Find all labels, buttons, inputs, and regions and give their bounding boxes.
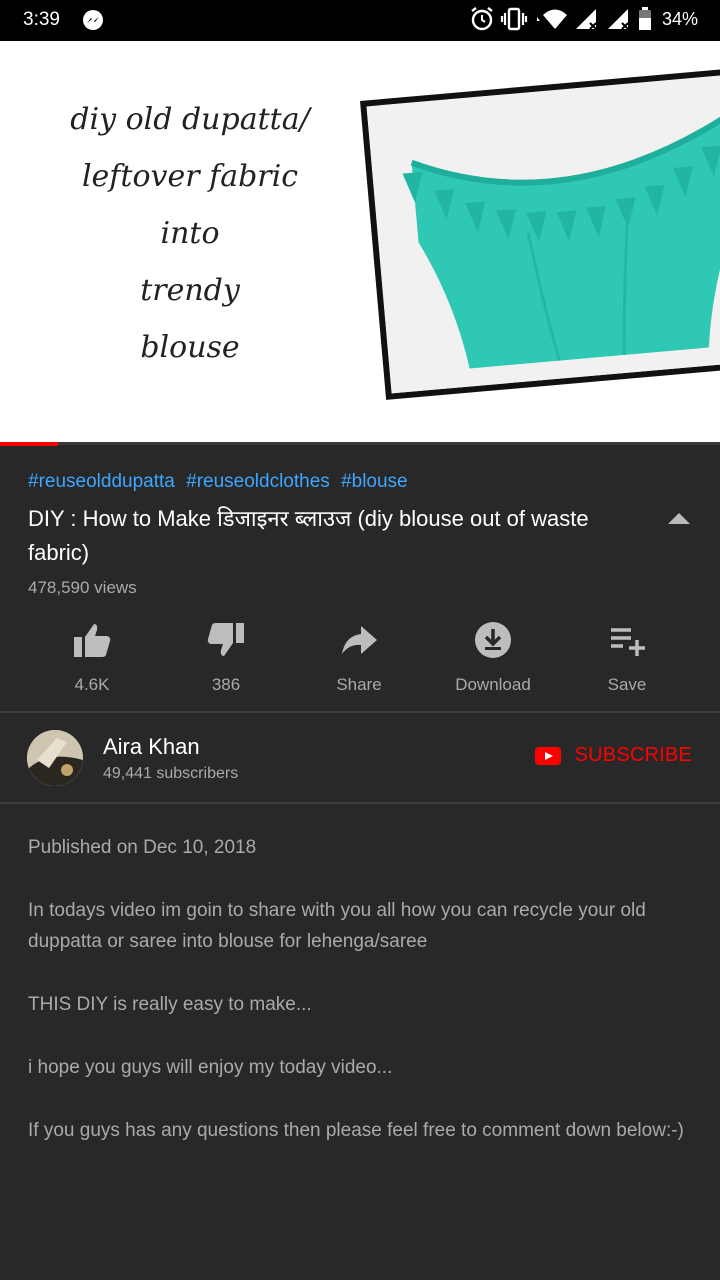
thumbnail-line: trendy	[140, 273, 240, 308]
description-paragraph: If you guys has any questions then pleas…	[28, 1120, 684, 1141]
status-icons: 34%	[470, 6, 698, 32]
video-title: DIY : How to Make डिजाइनर ब्लाउज (diy bl…	[28, 506, 589, 565]
dislike-count: 386	[211, 675, 241, 694]
wifi-icon	[536, 9, 567, 29]
channel-name[interactable]: Aira Khan	[103, 734, 200, 760]
action-bar: 4.6K 386 Share Download Save	[0, 615, 720, 705]
share-icon	[342, 626, 377, 654]
like-count: 4.6K	[74, 675, 110, 694]
signal-icon	[575, 9, 597, 30]
like-button[interactable]: 4.6K	[25, 615, 159, 705]
avatar[interactable]	[27, 730, 83, 786]
video-player[interactable]: diy old dupatta/ leftover fabric into tr…	[0, 41, 720, 445]
progress-bar[interactable]	[0, 442, 58, 446]
blouse-image	[366, 73, 720, 400]
channel-row[interactable]: Aira Khan 49,441 subscribers SUBSCRIBE	[0, 714, 720, 802]
thumbnail-caption: diy old dupatta/ leftover fabric into tr…	[40, 91, 340, 376]
thumbs-up-icon	[74, 624, 111, 657]
share-label: Share	[336, 675, 382, 694]
hashtag-link[interactable]: #blouse	[341, 471, 408, 492]
download-button[interactable]: Download	[426, 615, 560, 705]
video-description: Published on Dec 10, 2018 In todays vide…	[28, 832, 688, 1178]
blouse-photo	[360, 67, 720, 400]
divider	[0, 802, 720, 804]
subscriber-count: 49,441 subscribers	[103, 765, 239, 782]
share-button[interactable]: Share	[292, 615, 426, 705]
thumbnail-line: blouse	[140, 330, 240, 365]
hashtag-link[interactable]: #reuseoldclothes	[186, 471, 330, 492]
battery-icon	[638, 7, 651, 30]
vibrate-icon	[500, 7, 528, 31]
playlist-add-icon	[611, 628, 645, 656]
description-paragraph: i hope you guys will enjoy my today vide…	[28, 1057, 393, 1078]
status-bar: 3:39 34%	[0, 0, 720, 41]
save-button[interactable]: Save	[560, 615, 694, 705]
description-paragraph: THIS DIY is really easy to make...	[28, 994, 312, 1015]
messenger-icon	[82, 9, 104, 31]
divider	[0, 711, 720, 713]
battery-percent: 34%	[661, 8, 698, 29]
thumbnail-line: into	[160, 216, 220, 251]
subscribe-label: SUBSCRIBE	[574, 744, 692, 766]
thumbnail-line: diy old dupatta/	[70, 102, 310, 137]
thumbnail-line: leftover fabric	[81, 159, 299, 194]
description-paragraph: In todays video im goin to share with yo…	[28, 900, 646, 952]
download-icon	[475, 622, 511, 658]
subscribe-button[interactable]: SUBSCRIBE	[534, 744, 692, 767]
view-count: 478,590 views	[28, 578, 137, 597]
save-label: Save	[607, 675, 647, 694]
status-time: 3:39	[23, 9, 60, 30]
youtube-logo-icon	[534, 746, 561, 765]
signal-icon	[607, 9, 629, 30]
dislike-button[interactable]: 386	[159, 615, 293, 705]
collapse-icon[interactable]	[666, 510, 692, 526]
thumbs-down-icon	[207, 623, 244, 656]
progress-track[interactable]	[0, 442, 720, 445]
publish-date: Published on Dec 10, 2018	[28, 837, 257, 858]
hashtag-link[interactable]: #reuseolddupatta	[28, 471, 175, 492]
alarm-icon	[471, 7, 493, 31]
hashtags: #reuseolddupatta #reuseoldclothes #blous…	[28, 471, 414, 493]
download-label: Download	[455, 675, 531, 694]
